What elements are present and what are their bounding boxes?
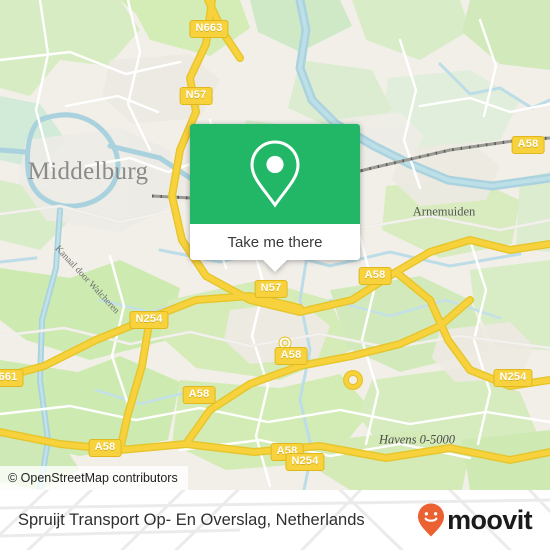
road-shield-a58-northeast[interactable]: A58 [511, 136, 545, 154]
map-page: Middelburg Arnemuiden Havens 0-5000 Kana… [0, 0, 550, 550]
place-label-middelburg: Middelburg [27, 158, 149, 185]
location-title: Spruijt Transport Op- En Overslag, Nethe… [18, 510, 365, 529]
moovit-wordmark: moovit [447, 504, 533, 535]
take-me-there-label: Take me there [227, 233, 323, 251]
location-popup[interactable]: Take me there [190, 124, 360, 272]
road-shield-n57-north[interactable]: N57 [179, 87, 213, 105]
moovit-logo[interactable]: moovit [416, 502, 533, 538]
popup-header [190, 124, 360, 224]
road-shield-n57-center[interactable]: N57 [254, 280, 288, 298]
place-label-arnemuiden: Arnemuiden [412, 204, 476, 219]
moovit-smiley-pin-icon [418, 503, 445, 537]
road-shield-a58-mid[interactable]: A58 [274, 347, 308, 365]
road-shield-n254-east[interactable]: N254 [493, 369, 533, 387]
page-footer: Spruijt Transport Op- En Overslag, Nethe… [0, 490, 550, 550]
osm-attribution[interactable]: © OpenStreetMap contributors [0, 466, 188, 490]
attribution-text: © OpenStreetMap contributors [8, 471, 178, 485]
place-label-havens: Havens 0-5000 [378, 432, 456, 447]
road-shield-661[interactable]: 661 [0, 369, 24, 387]
map-pin-icon [250, 140, 300, 208]
road-shield-n254-south[interactable]: N254 [285, 453, 325, 471]
road-shield-a58-bottomleft[interactable]: A58 [88, 439, 122, 457]
popup-pointer [263, 260, 287, 272]
road-shield-n663[interactable]: N663 [189, 20, 229, 38]
road-shield-a58-south[interactable]: A58 [182, 386, 216, 404]
road-shield-n254-west[interactable]: N254 [129, 311, 169, 329]
popup-footer[interactable]: Take me there [190, 224, 360, 272]
road-shield-a58-center[interactable]: A58 [358, 267, 392, 285]
